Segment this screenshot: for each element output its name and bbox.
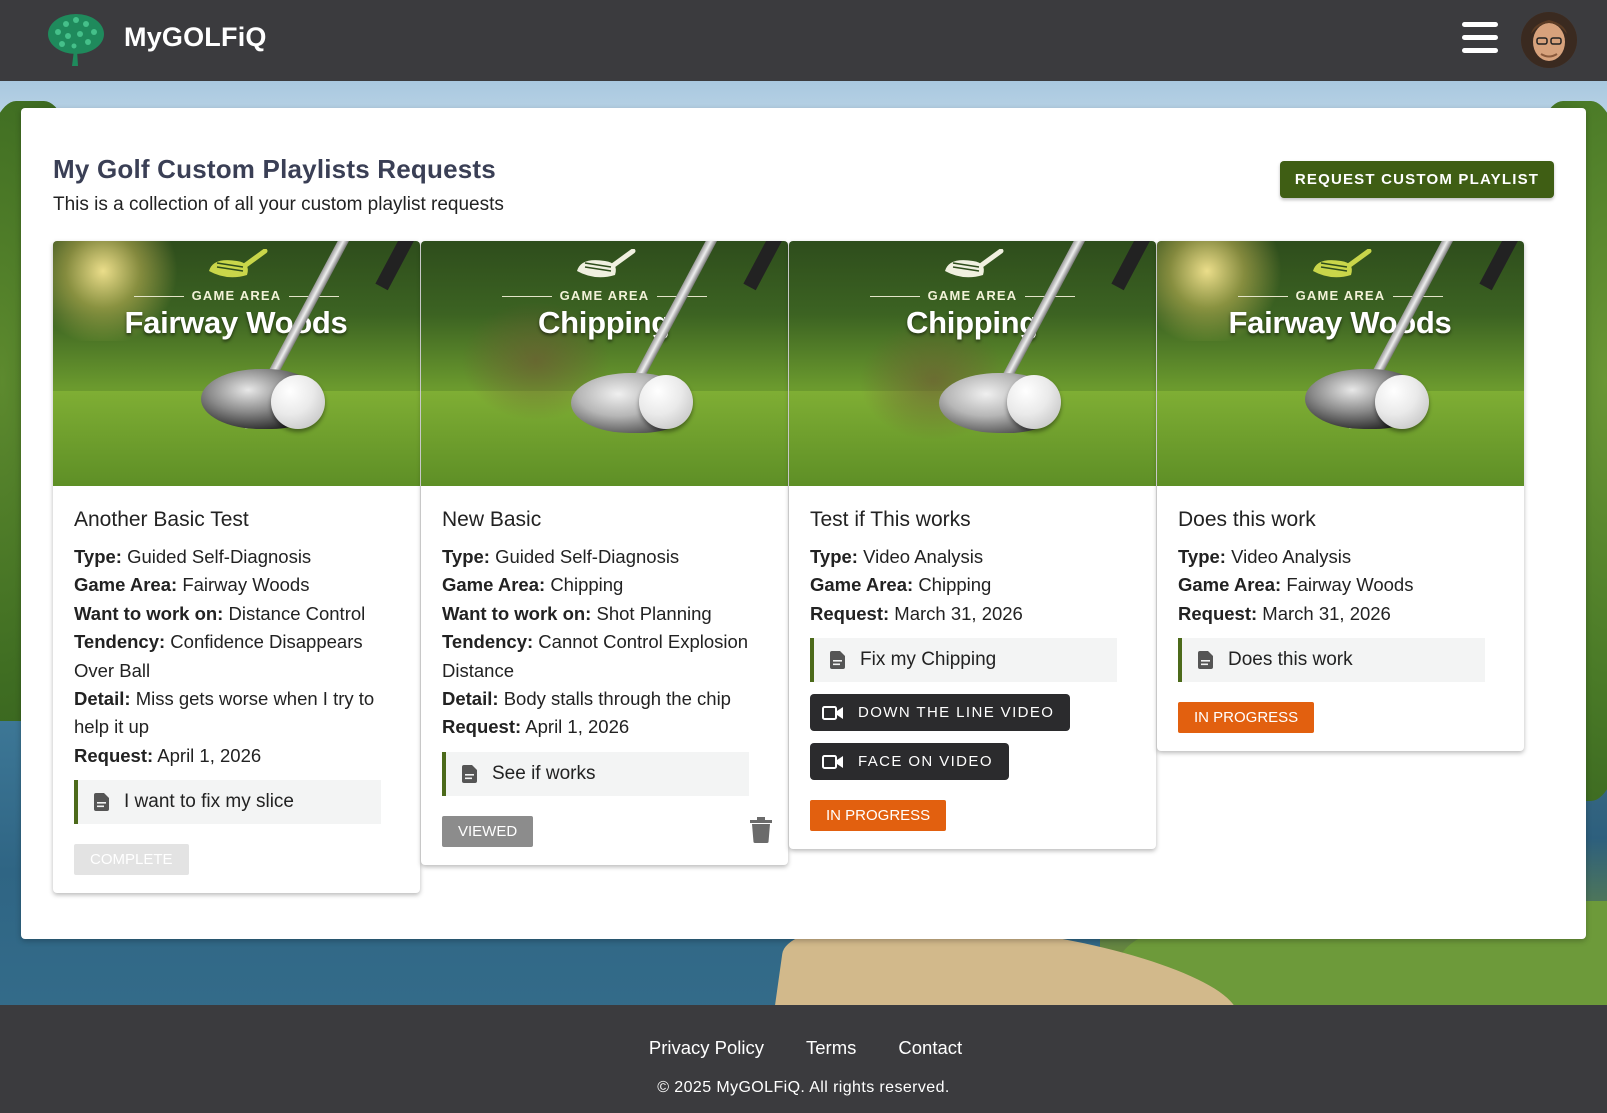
document-icon bbox=[1198, 651, 1213, 670]
hamburger-menu-icon[interactable] bbox=[1462, 22, 1498, 56]
copyright-text: © 2025 MyGOLFiQ. All rights reserved. bbox=[657, 1079, 950, 1096]
top-app-bar: MyGOLFiQ bbox=[0, 0, 1607, 81]
game-area-image: GAME AREA Chipping bbox=[421, 241, 788, 486]
request-date-field: Request: March 31, 2026 bbox=[810, 602, 1023, 624]
tendency-field: Tendency: Cannot Control Explosion Dista… bbox=[442, 631, 749, 681]
game-area-title: Fairway Woods bbox=[124, 305, 348, 340]
status-badge: VIEWED bbox=[442, 815, 534, 847]
game-area-image: GAME AREA Fairway Woods bbox=[53, 241, 420, 486]
game-area-caption: GAME AREA bbox=[789, 288, 1156, 303]
request-note: I want to fix my slice bbox=[74, 780, 381, 825]
document-icon bbox=[94, 793, 109, 812]
game-area-title: Chipping bbox=[538, 305, 670, 340]
type-field: Type: Video Analysis bbox=[1178, 546, 1352, 567]
playlist-requests-panel: My Golf Custom Playlists Requests This i… bbox=[21, 108, 1586, 939]
game-area-field: Game Area: Chipping bbox=[442, 574, 624, 596]
type-field: Type: Video Analysis bbox=[810, 546, 984, 567]
request-note: Fix my Chipping bbox=[810, 638, 1117, 683]
game-area-caption: GAME AREA bbox=[421, 288, 788, 303]
card-title: Test if This works bbox=[810, 508, 971, 531]
face-on-video-button[interactable]: FACE ON VIDEO bbox=[810, 743, 1009, 781]
video-camera-icon bbox=[822, 754, 843, 769]
detail-field: Detail: Miss gets worse when I try to he… bbox=[74, 688, 375, 738]
golf-club-icon bbox=[1313, 249, 1372, 278]
trash-icon[interactable] bbox=[750, 816, 772, 843]
playlist-request-card[interactable]: GAME AREA Chipping New Basic Type: Guide… bbox=[421, 241, 788, 865]
request-custom-playlist-button[interactable]: REQUEST CUSTOM PLAYLIST bbox=[1280, 161, 1554, 198]
request-date-field: Request: March 31, 2026 bbox=[1178, 602, 1391, 624]
card-title: Another Basic Test bbox=[74, 508, 249, 531]
game-area-caption: GAME AREA bbox=[53, 288, 420, 303]
want-to-work-on-field: Want to work on: Distance Control bbox=[74, 602, 366, 624]
status-badge: IN PROGRESS bbox=[1178, 702, 1315, 734]
playlist-request-card[interactable]: GAME AREA Chipping Test if This works Ty… bbox=[789, 241, 1156, 850]
game-area-title: Fairway Woods bbox=[1228, 305, 1452, 340]
playlist-request-card[interactable]: GAME AREA Fairway Woods Does this work T… bbox=[1157, 241, 1524, 752]
card-title: Does this work bbox=[1178, 508, 1316, 531]
golf-club-icon bbox=[209, 249, 268, 278]
page-title: My Golf Custom Playlists Requests bbox=[53, 154, 496, 184]
status-badge: COMPLETE bbox=[74, 844, 189, 876]
request-date-field: Request: April 1, 2026 bbox=[74, 744, 262, 766]
request-date-field: Request: April 1, 2026 bbox=[442, 716, 630, 738]
request-note: Does this work bbox=[1178, 638, 1485, 683]
game-area-caption: GAME AREA bbox=[1157, 288, 1524, 303]
document-icon bbox=[462, 764, 477, 783]
want-to-work-on-field: Want to work on: Shot Planning bbox=[442, 602, 712, 624]
tendency-field: Tendency: Confidence Disappears Over Bal… bbox=[74, 631, 363, 681]
contact-link[interactable]: Contact bbox=[898, 1037, 962, 1059]
playlist-request-card[interactable]: GAME AREA Fairway Woods Another Basic Te… bbox=[53, 241, 420, 894]
game-area-image: GAME AREA Fairway Woods bbox=[1157, 241, 1524, 486]
game-area-field: Game Area: Chipping bbox=[810, 574, 992, 596]
page-subtitle: This is a collection of all your custom … bbox=[53, 194, 504, 215]
video-camera-icon bbox=[822, 705, 843, 720]
footer: Privacy Policy Terms Contact © 2025 MyGO… bbox=[0, 1005, 1607, 1113]
tree-logo-icon[interactable] bbox=[46, 12, 106, 68]
privacy-policy-link[interactable]: Privacy Policy bbox=[649, 1037, 764, 1059]
down-the-line-video-button[interactable]: DOWN THE LINE VIDEO bbox=[810, 694, 1071, 732]
footer-links: Privacy Policy Terms Contact bbox=[0, 1037, 1607, 1059]
detail-field: Detail: Body stalls through the chip bbox=[442, 688, 731, 710]
golf-club-icon bbox=[577, 249, 636, 278]
game-area-field: Game Area: Fairway Woods bbox=[1178, 574, 1414, 596]
terms-link[interactable]: Terms bbox=[806, 1037, 856, 1059]
game-area-field: Game Area: Fairway Woods bbox=[74, 574, 310, 596]
type-field: Type: Guided Self-Diagnosis bbox=[74, 546, 312, 567]
card-title: New Basic bbox=[442, 508, 542, 531]
game-area-title: Chipping bbox=[906, 305, 1038, 340]
avatar[interactable] bbox=[1521, 12, 1577, 68]
golf-club-icon bbox=[945, 249, 1004, 278]
request-note: See if works bbox=[442, 751, 749, 796]
type-field: Type: Guided Self-Diagnosis bbox=[442, 546, 680, 567]
status-badge: IN PROGRESS bbox=[810, 800, 947, 832]
document-icon bbox=[830, 651, 845, 670]
brand-name[interactable]: MyGOLFiQ bbox=[124, 22, 267, 53]
game-area-image: GAME AREA Chipping bbox=[789, 241, 1156, 486]
